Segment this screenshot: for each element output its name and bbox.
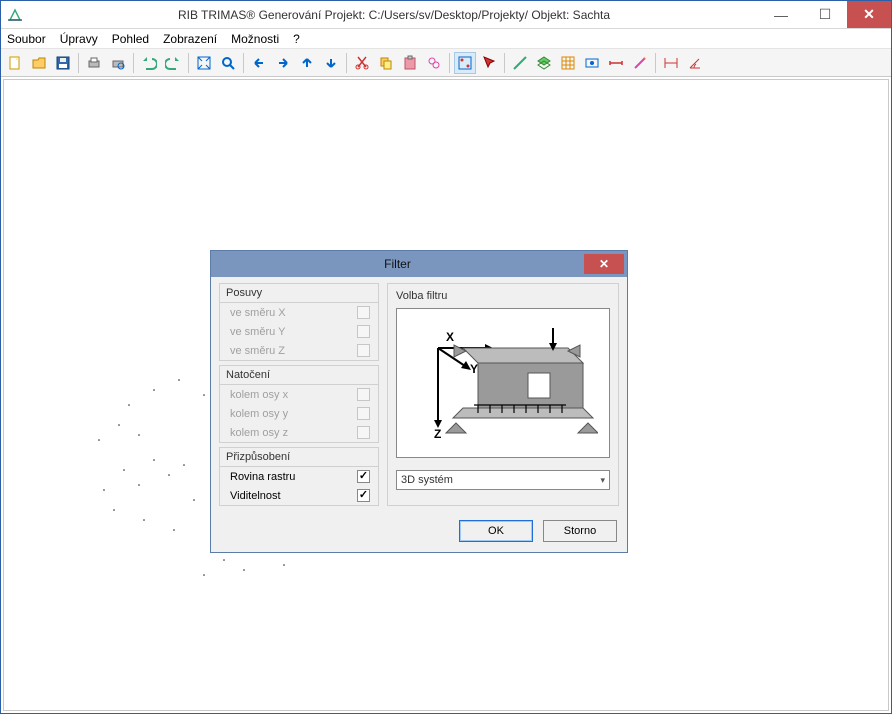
group-volba-filtru: Volba filtru Z X Y bbox=[387, 283, 619, 506]
group-title: Posuvy bbox=[220, 284, 378, 303]
checkbox-rot-x[interactable] bbox=[357, 388, 370, 401]
undo-icon[interactable] bbox=[138, 52, 160, 74]
checkbox-posuv-x[interactable] bbox=[357, 306, 370, 319]
ok-button[interactable]: OK bbox=[459, 520, 533, 542]
arrow-up-icon[interactable] bbox=[296, 52, 318, 74]
label: ve směru Y bbox=[230, 326, 285, 338]
titlebar: RIB TRIMAS® Generování Projekt: C:/Users… bbox=[1, 1, 891, 29]
menu-item[interactable]: Zobrazení bbox=[163, 32, 217, 46]
angle-icon[interactable] bbox=[684, 52, 706, 74]
group-posuvy: Posuvy ve směru X ve směru Y ve směru Z bbox=[219, 283, 379, 361]
paste-icon[interactable] bbox=[399, 52, 421, 74]
redo-icon[interactable] bbox=[162, 52, 184, 74]
checkbox-rot-z[interactable] bbox=[357, 426, 370, 439]
select-icon[interactable] bbox=[454, 52, 476, 74]
label: kolem osy z bbox=[230, 427, 288, 439]
group-title: Volba filtru bbox=[396, 290, 610, 302]
menu-item[interactable]: Soubor bbox=[7, 32, 46, 46]
app-icon bbox=[1, 7, 29, 23]
select-value: 3D systém bbox=[401, 474, 453, 486]
maximize-button[interactable]: ☐ bbox=[803, 1, 847, 28]
open-icon[interactable] bbox=[28, 52, 50, 74]
fit-icon[interactable] bbox=[193, 52, 215, 74]
layer-icon[interactable] bbox=[533, 52, 555, 74]
app-window: RIB TRIMAS® Generování Projekt: C:/Users… bbox=[0, 0, 892, 714]
cut-icon[interactable] bbox=[351, 52, 373, 74]
group-title: Natočení bbox=[220, 366, 378, 385]
filter-dialog: Filter ✕ Posuvy ve směru X ve směru Y ve… bbox=[210, 250, 628, 553]
label: Viditelnost bbox=[230, 490, 281, 502]
svg-text:Y: Y bbox=[470, 362, 478, 376]
filter-type-select[interactable]: 3D systém ▾ bbox=[396, 470, 610, 490]
arrow-left-icon[interactable] bbox=[248, 52, 270, 74]
menubar: Soubor Úpravy Pohled Zobrazení Možnosti … bbox=[1, 29, 891, 49]
svg-text:X: X bbox=[446, 330, 454, 344]
checkbox-rot-y[interactable] bbox=[357, 407, 370, 420]
group-natoceni: Natočení kolem osy x kolem osy y kolem o… bbox=[219, 365, 379, 443]
dimension-icon[interactable] bbox=[660, 52, 682, 74]
label: ve směru X bbox=[230, 307, 286, 319]
filter-preview: Z X Y bbox=[396, 308, 610, 458]
menu-item[interactable]: Možnosti bbox=[231, 32, 279, 46]
close-button[interactable]: ✕ bbox=[847, 1, 891, 28]
checkbox-posuv-y[interactable] bbox=[357, 325, 370, 338]
wand-icon[interactable] bbox=[629, 52, 651, 74]
find-icon[interactable] bbox=[423, 52, 445, 74]
storno-button[interactable]: Storno bbox=[543, 520, 617, 542]
label: kolem osy y bbox=[230, 408, 288, 420]
dialog-close-button[interactable]: ✕ bbox=[584, 254, 624, 274]
group-prizpusobeni: Přizpůsobení Rovina rastru Viditelnost bbox=[219, 447, 379, 506]
minimize-button[interactable]: — bbox=[759, 1, 803, 28]
new-icon[interactable] bbox=[4, 52, 26, 74]
label: kolem osy x bbox=[230, 389, 288, 401]
checkbox-viditelnost[interactable] bbox=[357, 489, 370, 502]
window-title: RIB TRIMAS® Generování Projekt: C:/Users… bbox=[29, 8, 759, 22]
toolbar bbox=[1, 49, 891, 77]
checkbox-rovina-rastru[interactable] bbox=[357, 470, 370, 483]
group-title: Přizpůsobení bbox=[220, 448, 378, 467]
print-preview-icon[interactable] bbox=[107, 52, 129, 74]
dialog-titlebar[interactable]: Filter ✕ bbox=[211, 251, 627, 277]
chevron-down-icon: ▾ bbox=[600, 475, 605, 486]
svg-text:Z: Z bbox=[434, 427, 441, 441]
grid-icon[interactable] bbox=[557, 52, 579, 74]
zoom-icon[interactable] bbox=[217, 52, 239, 74]
checkbox-posuv-z[interactable] bbox=[357, 344, 370, 357]
window-controls: — ☐ ✕ bbox=[759, 1, 891, 28]
menu-item[interactable]: ? bbox=[293, 32, 300, 46]
arrow-down-icon[interactable] bbox=[320, 52, 342, 74]
save-icon[interactable] bbox=[52, 52, 74, 74]
menu-item[interactable]: Pohled bbox=[112, 32, 149, 46]
arrow-right-icon[interactable] bbox=[272, 52, 294, 74]
view-icon[interactable] bbox=[581, 52, 603, 74]
dialog-title: Filter bbox=[211, 257, 584, 271]
line-tool-icon[interactable] bbox=[509, 52, 531, 74]
print-icon[interactable] bbox=[83, 52, 105, 74]
measure-icon[interactable] bbox=[605, 52, 627, 74]
menu-item[interactable]: Úpravy bbox=[60, 32, 98, 46]
pointer-icon[interactable] bbox=[478, 52, 500, 74]
workspace: Filter ✕ Posuvy ve směru X ve směru Y ve… bbox=[3, 79, 889, 711]
copy-icon[interactable] bbox=[375, 52, 397, 74]
label: ve směru Z bbox=[230, 345, 285, 357]
label: Rovina rastru bbox=[230, 471, 295, 483]
